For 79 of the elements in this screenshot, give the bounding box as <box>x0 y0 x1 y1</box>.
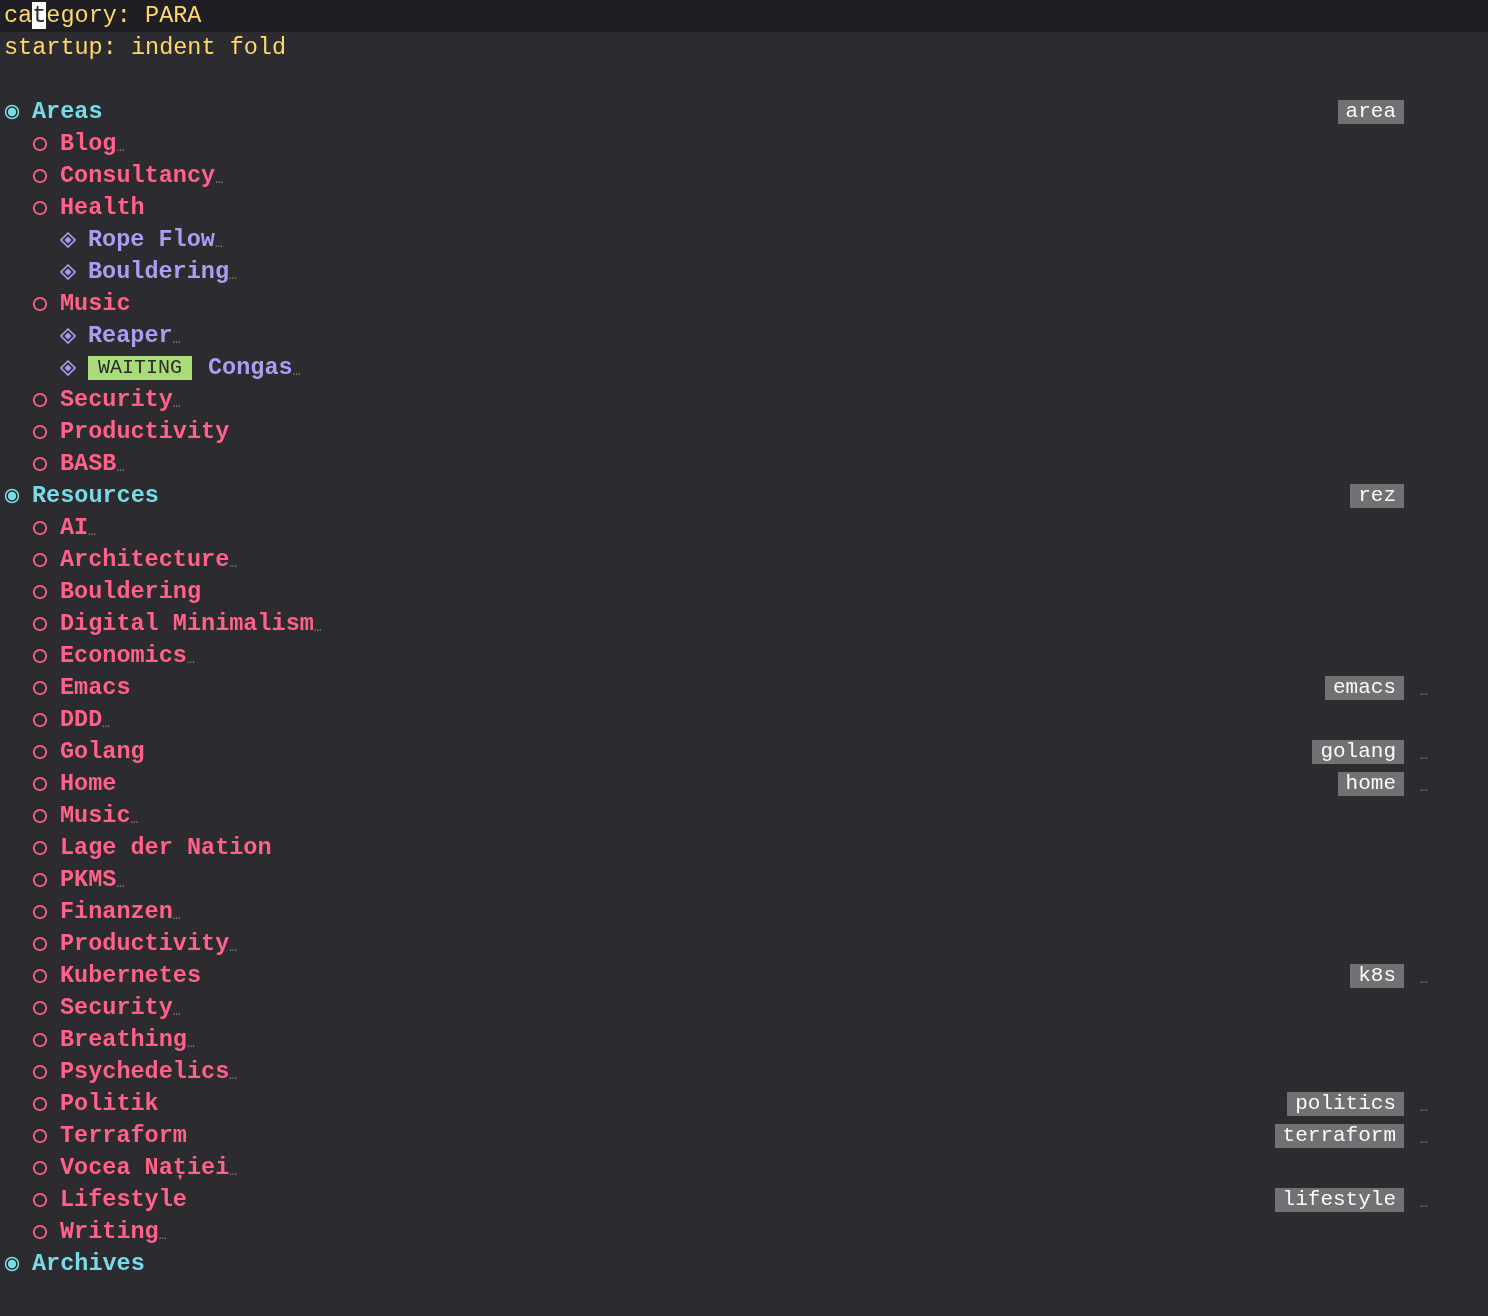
circle-bullet-icon <box>32 584 48 600</box>
fold-ellipsis[interactable]: … <box>158 1226 167 1246</box>
diamond-bullet-icon <box>60 328 76 344</box>
heading-tag: politics <box>1287 1092 1404 1116</box>
fold-ellipsis[interactable]: … <box>214 234 223 254</box>
circle-bullet-icon <box>32 712 48 728</box>
diamond-bullet-icon <box>60 360 76 376</box>
circle-bullet-icon <box>32 168 48 184</box>
heading-title[interactable]: Congas <box>208 350 293 386</box>
fold-ellipsis[interactable]: … <box>313 618 322 638</box>
circle-bullet-icon <box>32 776 48 792</box>
circle-bullet-icon <box>32 296 48 312</box>
fold-ellipsis[interactable]: … <box>229 554 238 574</box>
circle-bullet-icon <box>32 1096 48 1112</box>
circle-bullet-icon <box>32 1224 48 1240</box>
fold-ellipsis[interactable]: … <box>172 394 181 414</box>
fold-ellipsis[interactable]: … <box>1420 1098 1428 1118</box>
circle-bullet-icon <box>32 136 48 152</box>
circle-bullet-icon <box>32 1192 48 1208</box>
circle-bullet-icon <box>32 392 48 408</box>
heading-tag: terraform <box>1274 1124 1404 1148</box>
diamond-bullet-icon <box>60 232 76 248</box>
fold-ellipsis[interactable]: … <box>1420 970 1428 990</box>
heading-tag: area <box>1337 100 1404 124</box>
fold-ellipsis[interactable]: … <box>1420 682 1428 702</box>
fold-ellipsis[interactable]: … <box>88 522 97 542</box>
heading-tag: golang <box>1312 740 1404 764</box>
circle-bullet-icon <box>32 808 48 824</box>
heading-tag: home <box>1337 772 1404 796</box>
filled-circle-bullet-icon <box>4 488 20 504</box>
circle-bullet-icon <box>32 616 48 632</box>
fold-ellipsis[interactable]: … <box>229 938 238 958</box>
editor-line: startup: indent fold <box>3 33 287 64</box>
diamond-bullet-icon <box>60 264 76 280</box>
fold-ellipsis[interactable]: … <box>102 714 111 734</box>
fold-ellipsis[interactable]: … <box>116 458 125 478</box>
filled-circle-bullet-icon <box>4 104 20 120</box>
fold-ellipsis[interactable]: … <box>172 330 181 350</box>
heading-tag: rez <box>1350 484 1404 508</box>
fold-ellipsis[interactable]: … <box>130 810 139 830</box>
circle-bullet-icon <box>32 200 48 216</box>
heading-tag: lifestyle <box>1274 1188 1404 1212</box>
fold-ellipsis[interactable]: … <box>1420 746 1428 766</box>
circle-bullet-icon <box>32 1000 48 1016</box>
todo-keyword-badge: WAITING <box>88 356 192 380</box>
circle-bullet-icon <box>32 872 48 888</box>
fold-ellipsis[interactable]: … <box>172 1002 181 1022</box>
circle-bullet-icon <box>32 968 48 984</box>
fold-ellipsis[interactable]: … <box>1420 1130 1428 1150</box>
circle-bullet-icon <box>32 520 48 536</box>
fold-ellipsis[interactable]: … <box>229 1162 238 1182</box>
fold-ellipsis[interactable]: … <box>172 906 181 926</box>
fold-ellipsis[interactable]: … <box>229 1066 238 1086</box>
circle-bullet-icon <box>32 1160 48 1176</box>
fold-ellipsis[interactable]: … <box>186 650 195 670</box>
circle-bullet-icon <box>32 648 48 664</box>
circle-bullet-icon <box>32 552 48 568</box>
circle-bullet-icon <box>32 904 48 920</box>
heading-tag: k8s <box>1350 964 1404 988</box>
circle-bullet-icon <box>32 1064 48 1080</box>
fold-ellipsis[interactable]: … <box>1420 778 1428 798</box>
circle-bullet-icon <box>32 744 48 760</box>
fold-ellipsis[interactable]: … <box>215 170 223 190</box>
fold-ellipsis[interactable]: … <box>292 362 301 382</box>
fold-ellipsis[interactable]: … <box>229 266 237 286</box>
fold-ellipsis[interactable]: … <box>116 138 125 158</box>
circle-bullet-icon <box>32 424 48 440</box>
fold-ellipsis[interactable]: … <box>186 1034 195 1054</box>
circle-bullet-icon <box>32 1128 48 1144</box>
fold-ellipsis[interactable]: … <box>116 874 125 894</box>
circle-bullet-icon <box>32 680 48 696</box>
circle-bullet-icon <box>32 936 48 952</box>
editor-line: category: PARA <box>3 1 202 32</box>
circle-bullet-icon <box>32 1032 48 1048</box>
fold-ellipsis[interactable]: … <box>1420 1194 1428 1214</box>
filled-circle-bullet-icon <box>4 1256 20 1272</box>
heading-tag: emacs <box>1325 676 1404 700</box>
circle-bullet-icon <box>32 840 48 856</box>
circle-bullet-icon <box>32 456 48 472</box>
